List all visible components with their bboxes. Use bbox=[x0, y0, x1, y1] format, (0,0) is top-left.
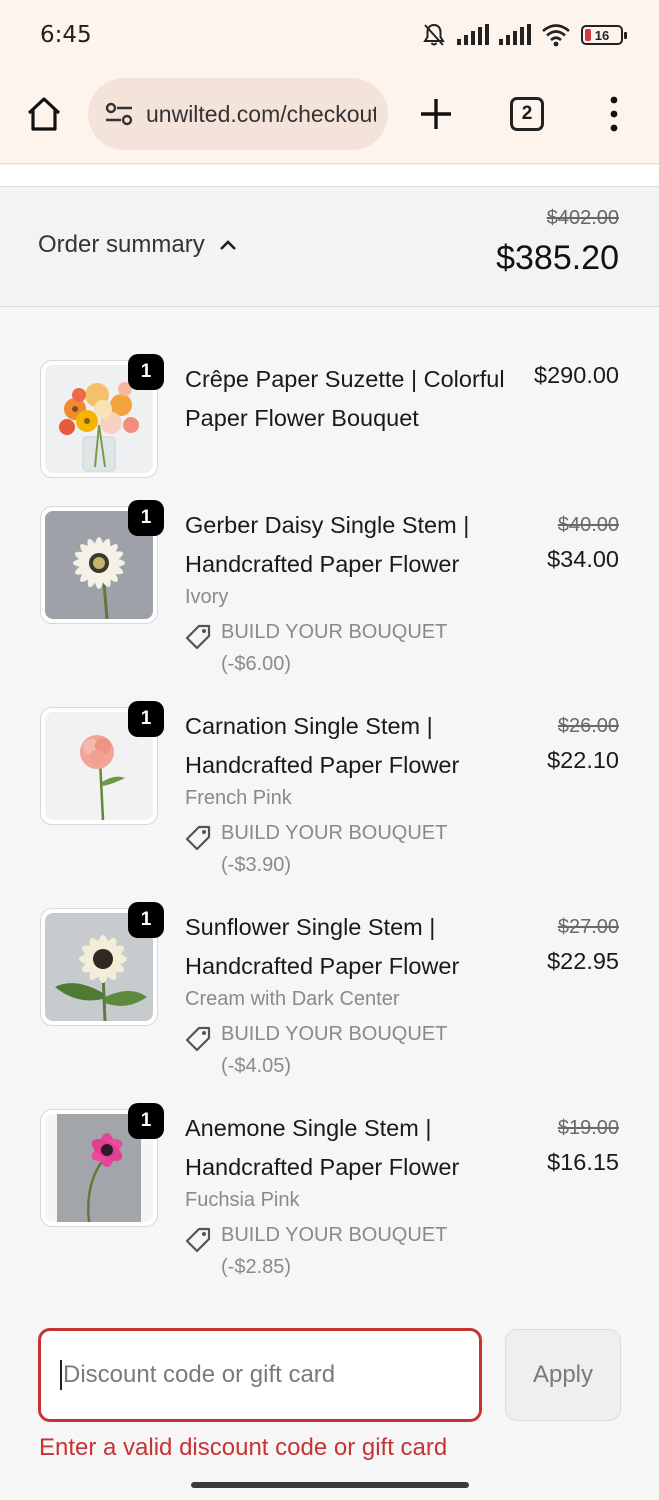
order-summary-bar[interactable]: Order summary $402.00 $385.20 bbox=[0, 187, 659, 307]
plus-icon[interactable] bbox=[416, 94, 456, 134]
order-summary-toggle[interactable]: Order summary bbox=[38, 231, 237, 259]
discount-label: BUILD YOUR BOUQUET (-$6.00) bbox=[221, 621, 447, 675]
item-price: $34.00 bbox=[547, 546, 619, 572]
bell-muted-icon bbox=[423, 23, 445, 46]
line-item: 1 Carnation Single Stem | Handcrafted Pa… bbox=[0, 701, 659, 883]
apply-button[interactable]: Apply bbox=[505, 1329, 621, 1421]
home-icon[interactable] bbox=[24, 94, 64, 134]
wifi-icon bbox=[542, 24, 570, 47]
battery-icon: 16 bbox=[581, 25, 627, 45]
tab-count: 2 bbox=[521, 103, 533, 124]
line-item: 1 Anemone Single Stem | Handcrafted Pape… bbox=[0, 1103, 659, 1285]
browser-toolbar: unwilted.com/checkout 2 bbox=[0, 70, 659, 164]
page-top-strip bbox=[0, 165, 659, 187]
tag-icon bbox=[185, 1227, 211, 1253]
line-item: 1 Gerber Daisy Single Stem | Handcrafted… bbox=[0, 500, 659, 682]
item-discount: BUILD YOUR BOUQUET (-$2.85) bbox=[185, 1219, 471, 1283]
item-discount: BUILD YOUR BOUQUET (-$3.90) bbox=[185, 817, 471, 881]
status-icons: 16 bbox=[421, 20, 627, 50]
quantity-badge: 1 bbox=[128, 354, 164, 390]
item-original-price: $27.00 bbox=[557, 916, 619, 938]
battery-level: 16 bbox=[594, 27, 610, 43]
quantity-badge: 1 bbox=[128, 902, 164, 938]
discount-error-message: Enter a valid discount code or gift card bbox=[39, 1434, 448, 1461]
text-caret bbox=[60, 1360, 62, 1390]
quantity-badge: 1 bbox=[128, 701, 164, 737]
item-discount: BUILD YOUR BOUQUET (-$4.05) bbox=[185, 1018, 471, 1082]
quantity-badge: 1 bbox=[128, 1103, 164, 1139]
tag-icon bbox=[185, 1026, 211, 1052]
item-variant: Fuchsia Pink bbox=[185, 1189, 300, 1211]
item-title: Sunflower Single Stem | Handcrafted Pape… bbox=[185, 914, 460, 979]
item-original-price: $19.00 bbox=[557, 1117, 619, 1139]
site-settings-icon[interactable] bbox=[104, 100, 134, 128]
quantity-badge: 1 bbox=[128, 500, 164, 536]
item-title: Crêpe Paper Suzette | Colorful Paper Flo… bbox=[185, 366, 505, 431]
tag-icon bbox=[185, 624, 211, 650]
item-price: $16.15 bbox=[547, 1149, 619, 1175]
line-item: 1 Sunflower Single Stem | Handcrafted Pa… bbox=[0, 902, 659, 1084]
discount-code-input[interactable] bbox=[38, 1328, 482, 1422]
item-price: $22.95 bbox=[547, 948, 619, 974]
item-variant: Cream with Dark Center bbox=[185, 988, 400, 1010]
signal-icon bbox=[499, 24, 531, 45]
item-variant: Ivory bbox=[185, 586, 229, 608]
discount-label: BUILD YOUR BOUQUET (-$3.90) bbox=[221, 822, 447, 876]
chevron-up-icon bbox=[219, 240, 236, 250]
status-bar: 6:45 16 bbox=[0, 0, 659, 70]
url-text[interactable]: unwilted.com/checkout bbox=[146, 101, 376, 128]
item-price: $22.10 bbox=[547, 747, 619, 773]
more-vert-icon[interactable] bbox=[604, 94, 624, 134]
order-total: $385.20 bbox=[496, 239, 619, 277]
item-title: Carnation Single Stem | Handcrafted Pape… bbox=[185, 713, 460, 778]
tabs-icon[interactable]: 2 bbox=[510, 97, 544, 131]
line-item: 1 Crêpe Paper Suzette | Colorful Paper F… bbox=[0, 354, 659, 480]
original-total: $402.00 bbox=[546, 207, 619, 229]
item-original-price: $40.00 bbox=[557, 514, 619, 536]
signal-icon bbox=[457, 24, 489, 45]
discount-label: BUILD YOUR BOUQUET (-$2.85) bbox=[221, 1224, 447, 1278]
gesture-nav-handle[interactable] bbox=[191, 1482, 469, 1488]
item-title: Gerber Daisy Single Stem | Handcrafted P… bbox=[185, 512, 470, 577]
url-bar[interactable]: unwilted.com/checkout bbox=[88, 78, 388, 150]
item-original-price: $26.00 bbox=[557, 715, 619, 737]
discount-label: BUILD YOUR BOUQUET (-$4.05) bbox=[221, 1023, 447, 1077]
item-variant: French Pink bbox=[185, 787, 292, 809]
item-title: Anemone Single Stem | Handcrafted Paper … bbox=[185, 1115, 460, 1180]
order-summary-label: Order summary bbox=[38, 231, 205, 258]
tag-icon bbox=[185, 825, 211, 851]
item-price: $290.00 bbox=[534, 362, 619, 388]
item-discount: BUILD YOUR BOUQUET (-$6.00) bbox=[185, 616, 471, 680]
status-time: 6:45 bbox=[40, 22, 92, 48]
